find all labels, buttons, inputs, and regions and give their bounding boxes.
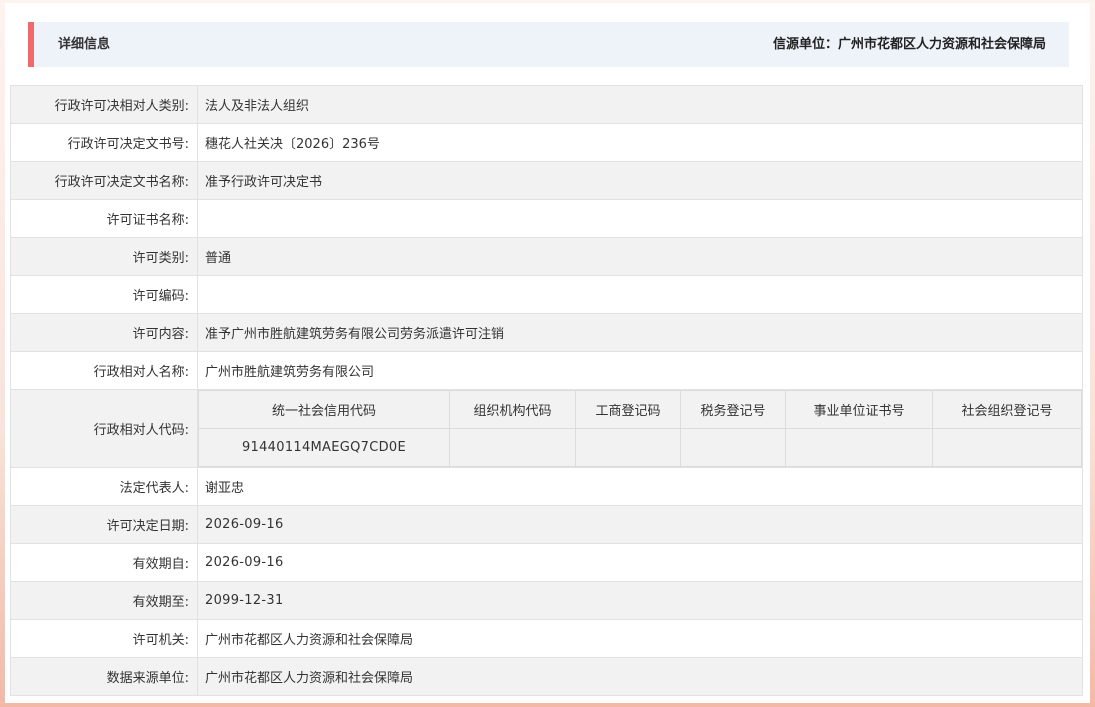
- field-label: 数据来源单位:: [10, 657, 198, 696]
- field-label: 许可决定日期:: [10, 505, 198, 544]
- table-row: 许可机关: 广州市花都区人力资源和社会保障局: [10, 619, 1083, 658]
- field-label: 许可类别:: [10, 237, 198, 276]
- codes-value: [932, 428, 1082, 467]
- field-value: 准予广州市胜航建筑劳务有限公司劳务派遣许可注销: [197, 313, 1083, 352]
- field-value: 普通: [197, 237, 1083, 276]
- codes-header: 税务登记号: [680, 390, 786, 429]
- table-row: 行政许可决定文书名称: 准予行政许可决定书: [10, 161, 1083, 200]
- table-row: 许可证书名称:: [10, 199, 1083, 238]
- table-row: 数据来源单位: 广州市花都区人力资源和社会保障局: [10, 657, 1083, 696]
- table-row: 许可决定日期: 2026-09-16: [10, 505, 1083, 544]
- field-label: 有效期至:: [10, 581, 198, 620]
- field-value: 准予行政许可决定书: [197, 161, 1083, 200]
- codes-value: [449, 428, 576, 467]
- field-label: 有效期自:: [10, 543, 198, 582]
- field-label: 行政许可决定文书号:: [10, 123, 198, 162]
- field-value: 2099-12-31: [197, 581, 1083, 620]
- field-label: 许可编码:: [10, 275, 198, 314]
- codes-header: 统一社会信用代码: [198, 390, 450, 429]
- header-accent-bar: [28, 22, 34, 67]
- detail-panel: 详细信息 信源单位：广州市花都区人力资源和社会保障局 行政许可决相对人类别: 法…: [5, 3, 1090, 703]
- field-value: 穗花人社关决〔2026〕236号: [197, 123, 1083, 162]
- table-row: 行政相对人名称: 广州市胜航建筑劳务有限公司: [10, 351, 1083, 390]
- codes-header-row: 统一社会信用代码 组织机构代码 工商登记码 税务登记号 事业单位证书号 社会组织…: [198, 390, 1082, 429]
- table-row: 行政许可决定文书号: 穗花人社关决〔2026〕236号: [10, 123, 1083, 162]
- codes-table: 统一社会信用代码 组织机构代码 工商登记码 税务登记号 事业单位证书号 社会组织…: [198, 390, 1082, 467]
- field-label: 许可内容:: [10, 313, 198, 352]
- codes-value-row: 91440114MAEGQ7CD0E: [198, 428, 1082, 467]
- table-row: 许可类别: 普通: [10, 237, 1083, 276]
- field-label: 许可证书名称:: [10, 199, 198, 238]
- table-row: 有效期至: 2099-12-31: [10, 581, 1083, 620]
- table-row: 法定代表人: 谢亚忠: [10, 467, 1083, 506]
- field-value: 2026-09-16: [197, 505, 1083, 544]
- codes-header: 事业单位证书号: [785, 390, 933, 429]
- field-label: 许可机关:: [10, 619, 198, 658]
- field-value: [197, 275, 1083, 314]
- field-value: [197, 199, 1083, 238]
- field-label: 行政相对人代码:: [10, 389, 198, 468]
- codes-header: 工商登记码: [575, 390, 681, 429]
- codes-value: [575, 428, 681, 467]
- field-label: 行政相对人名称:: [10, 351, 198, 390]
- field-value: 广州市花都区人力资源和社会保障局: [197, 657, 1083, 696]
- codes-cell: 统一社会信用代码 组织机构代码 工商登记码 税务登记号 事业单位证书号 社会组织…: [197, 389, 1083, 468]
- field-value: 广州市花都区人力资源和社会保障局: [197, 619, 1083, 658]
- codes-value: [680, 428, 786, 467]
- table-row: 许可内容: 准予广州市胜航建筑劳务有限公司劳务派遣许可注销: [10, 313, 1083, 352]
- source-unit: 信源单位：广州市花都区人力资源和社会保障局: [772, 37, 1046, 52]
- detail-title: 详细信息: [58, 37, 111, 52]
- field-value: 法人及非法人组织: [197, 85, 1083, 124]
- detail-header: 详细信息 信源单位：广州市花都区人力资源和社会保障局: [28, 22, 1069, 67]
- field-value: 广州市胜航建筑劳务有限公司: [197, 351, 1083, 390]
- field-value: 谢亚忠: [197, 467, 1083, 506]
- table-row: 许可编码:: [10, 275, 1083, 314]
- field-value: 2026-09-16: [197, 543, 1083, 582]
- credit-code-value: 91440114MAEGQ7CD0E: [198, 428, 450, 467]
- table-row-codes: 行政相对人代码: 统一社会信用代码 组织机构代码 工商登记码 税务登记号 事业单…: [10, 389, 1083, 468]
- detail-table: 行政许可决相对人类别: 法人及非法人组织 行政许可决定文书号: 穗花人社关决〔2…: [10, 85, 1083, 696]
- codes-value: [785, 428, 933, 467]
- codes-header: 社会组织登记号: [932, 390, 1082, 429]
- field-label: 行政许可决定文书名称:: [10, 161, 198, 200]
- codes-header: 组织机构代码: [449, 390, 576, 429]
- table-row: 有效期自: 2026-09-16: [10, 543, 1083, 582]
- table-row: 行政许可决相对人类别: 法人及非法人组织: [10, 85, 1083, 124]
- field-label: 法定代表人:: [10, 467, 198, 506]
- field-label: 行政许可决相对人类别:: [10, 85, 198, 124]
